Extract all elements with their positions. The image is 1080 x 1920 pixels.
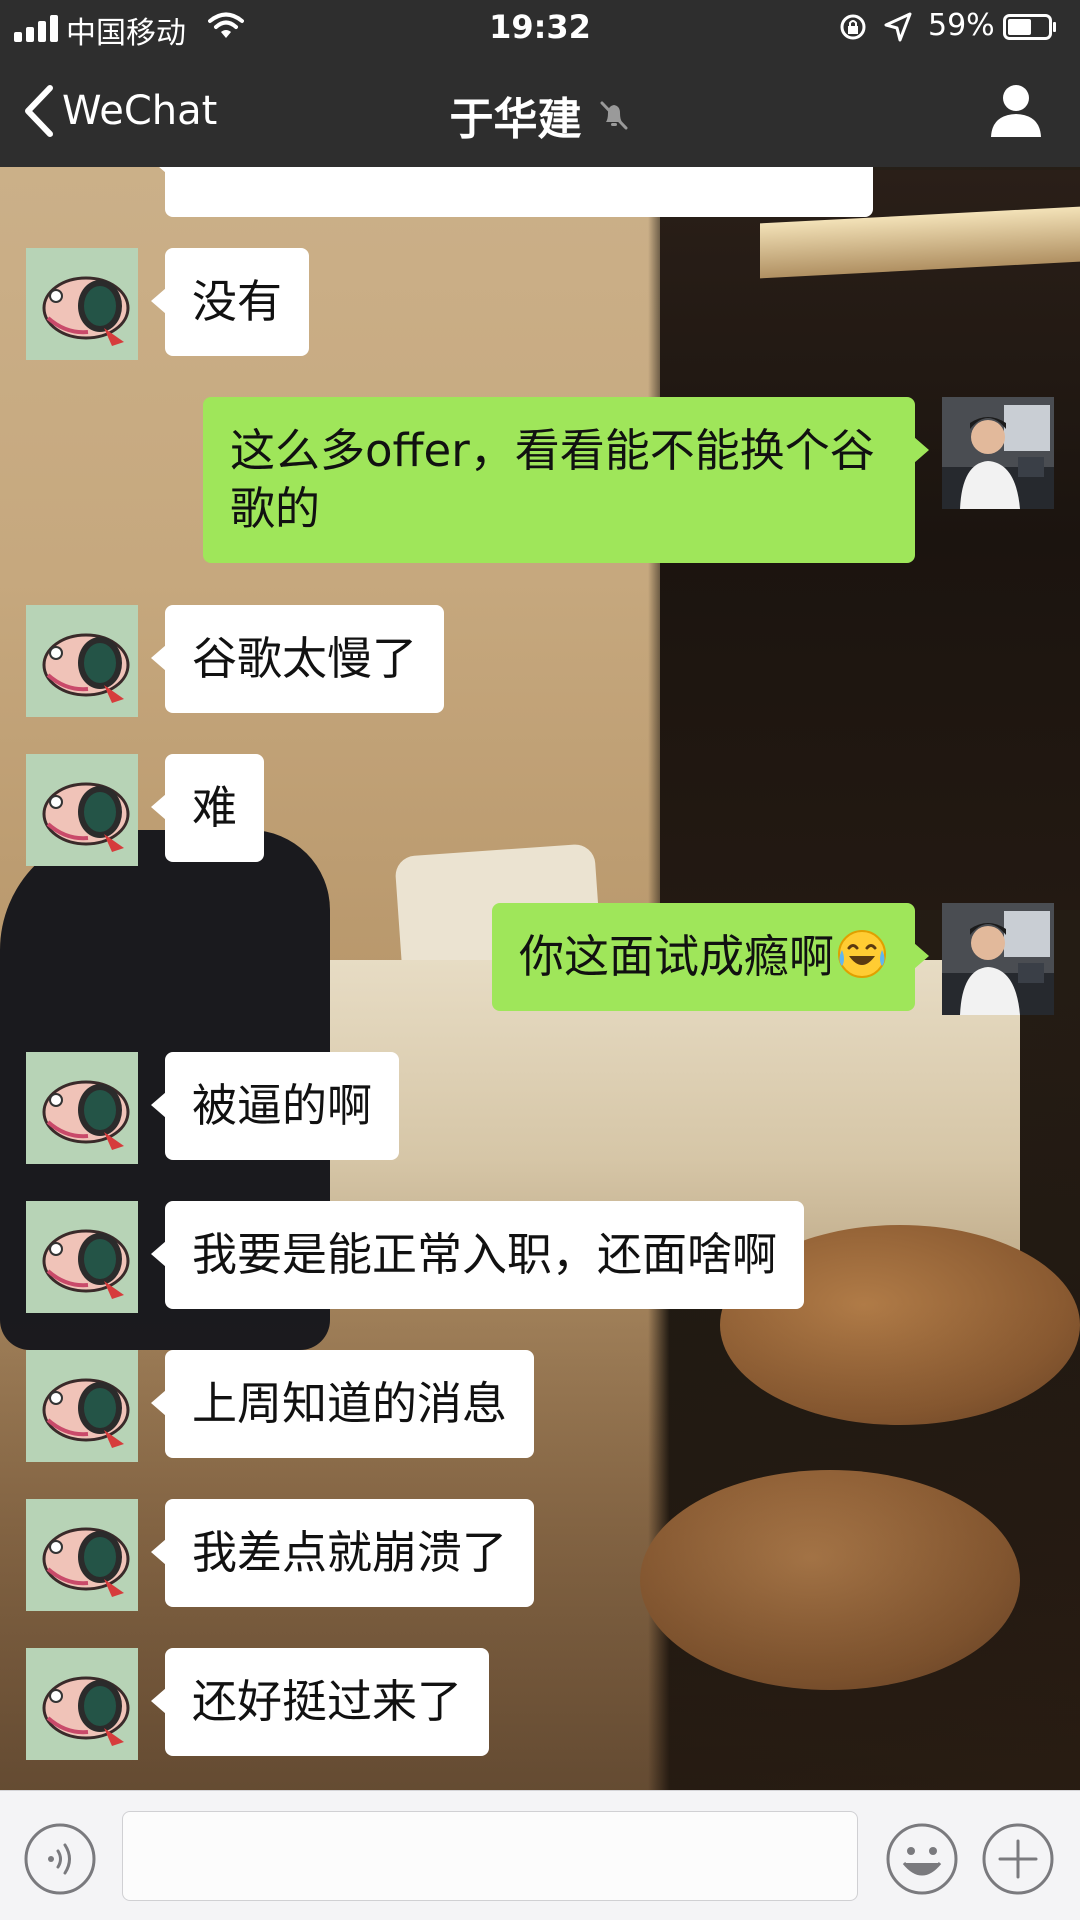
message-bubble[interactable]: 没有: [150, 248, 310, 356]
friend-avatar-image: [26, 754, 138, 866]
friend-avatar-image: [26, 605, 138, 717]
wechat-chat-screen: 中国移动 19:32 59% WeChat 于华建 没有 这么多offer，看看…: [0, 0, 1080, 1920]
status-bar: 中国移动 19:32 59%: [0, 0, 1080, 55]
friend-avatar-image: [26, 1201, 138, 1313]
chat-title-group: 于华建: [0, 83, 1080, 147]
message-list[interactable]: 没有 这么多offer，看看能不能换个谷歌的 谷歌太慢了 难 你这面试成瘾啊 被…: [0, 167, 1080, 1790]
my-avatar[interactable]: [942, 903, 1054, 1015]
laugh-cry-emoji-icon: [838, 930, 886, 978]
friend-avatar[interactable]: [26, 1201, 138, 1313]
friend-avatar[interactable]: [26, 1648, 138, 1760]
my-avatar-image: [942, 903, 1054, 1015]
friend-avatar[interactable]: [26, 605, 138, 717]
message-text: 你这面试成瘾啊: [518, 930, 834, 983]
my-avatar[interactable]: [942, 397, 1054, 509]
message-bubble[interactable]: 这么多offer，看看能不能换个谷歌的: [203, 397, 929, 563]
friend-avatar[interactable]: [26, 1499, 138, 1611]
friend-avatar-image: [26, 248, 138, 360]
message-bubble-clipped[interactable]: [151, 167, 873, 217]
friend-avatar[interactable]: [26, 1052, 138, 1164]
message-bubble[interactable]: 被逼的啊: [150, 1052, 400, 1160]
bell-muted-icon: [600, 101, 628, 130]
message-bubble[interactable]: 我差点就崩溃了: [150, 1499, 535, 1607]
friend-avatar-image: [26, 1350, 138, 1462]
status-time: 19:32: [489, 8, 591, 46]
plus-button[interactable]: [980, 1821, 1056, 1897]
message-bubble[interactable]: 还好挺过来了: [150, 1648, 490, 1756]
battery-icon: [1003, 14, 1056, 40]
location-arrow-icon: [884, 12, 912, 42]
message-bubble[interactable]: 上周知道的消息: [150, 1350, 535, 1458]
friend-avatar[interactable]: [26, 1350, 138, 1462]
profile-button[interactable]: [988, 81, 1044, 139]
rotation-lock-icon: [840, 14, 866, 40]
friend-avatar-image: [26, 1052, 138, 1164]
friend-avatar[interactable]: [26, 754, 138, 866]
message-bubble[interactable]: 谷歌太慢了: [150, 605, 445, 713]
voice-button[interactable]: [22, 1821, 98, 1897]
message-bubble[interactable]: 难: [150, 754, 265, 862]
battery-percentage: 59%: [928, 8, 995, 43]
message-bubble[interactable]: 我要是能正常入职，还面啥啊: [150, 1201, 805, 1309]
input-toolbar: [0, 1790, 1080, 1920]
friend-avatar[interactable]: [26, 248, 138, 360]
emoji-button[interactable]: [884, 1821, 960, 1897]
my-avatar-image: [942, 397, 1054, 509]
chat-header: WeChat 于华建: [0, 55, 1080, 167]
chat-title: 于华建: [449, 94, 582, 145]
friend-avatar-image: [26, 1499, 138, 1611]
message-input[interactable]: [122, 1811, 858, 1901]
friend-avatar-image: [26, 1648, 138, 1760]
message-bubble[interactable]: 你这面试成瘾啊: [491, 903, 930, 1011]
